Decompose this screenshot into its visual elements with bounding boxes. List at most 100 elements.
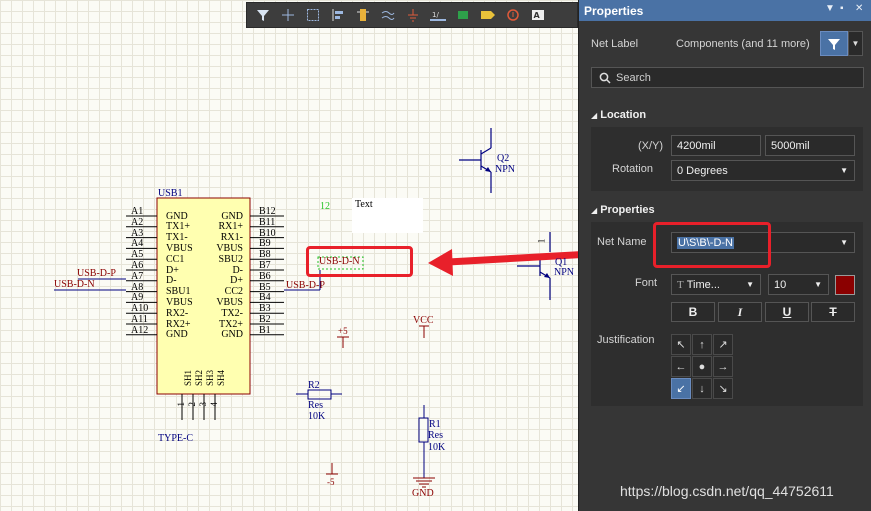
usb-left-pin-number: A6 <box>131 260 144 271</box>
usb-right-pin-number: B9 <box>259 238 271 250</box>
usb-left-pin-name: SBU1 <box>166 286 191 298</box>
filter-dropdown-icon[interactable]: ▼ <box>848 31 863 56</box>
justify-center-button[interactable]: ● <box>692 356 712 377</box>
net-label-usb-d-p-right[interactable]: USB-D-P <box>286 280 325 291</box>
panel-pin-icon[interactable]: ▪ <box>840 3 844 14</box>
r1-type: Res <box>428 430 443 441</box>
justify-top-center-button[interactable]: ↑ <box>692 334 712 355</box>
usb-pin-sh4: SH4 <box>216 370 226 387</box>
properties-panel: Properties ▼ ▪ ✕ Net Label Components (a… <box>578 0 871 511</box>
usb-left-pin-number: A11 <box>131 314 148 325</box>
justify-bottom-right-button[interactable]: ↘ <box>713 378 733 399</box>
usb-left-pin-name: GND <box>166 329 188 341</box>
collapse-triangle-icon: ◢ <box>591 206 598 215</box>
usb-left-pin-name: CC1 <box>166 253 185 265</box>
text-12[interactable]: 12 <box>320 201 330 212</box>
port-icon[interactable] <box>476 4 499 26</box>
usb-footprint[interactable]: TYPE-C <box>158 433 193 444</box>
bus-icon[interactable]: 1/ <box>426 4 449 26</box>
usb-left-pin-name: TX1+ <box>166 221 190 233</box>
chevron-down-icon: ▼ <box>840 166 848 175</box>
justify-top-left-button[interactable]: ↖ <box>671 334 691 355</box>
font-size-select[interactable]: 10 ▼ <box>768 274 829 295</box>
filter-icon[interactable] <box>251 4 274 26</box>
text-object[interactable]: Text <box>355 199 373 210</box>
search-input[interactable]: Search <box>591 67 864 88</box>
usb-left-pin-name: VBUS <box>166 242 193 254</box>
justify-bottom-center-button[interactable]: ↓ <box>692 378 712 399</box>
usb-right-pin-number: B7 <box>259 260 271 271</box>
wire-icon[interactable] <box>376 4 399 26</box>
usb-left-pin-number: A12 <box>131 324 149 336</box>
q1-pin-number: 1 <box>536 238 547 244</box>
select-rect-icon[interactable] <box>301 4 324 26</box>
power-minus5[interactable]: -5 <box>327 477 335 487</box>
usb-right-pin-name: SBU2 <box>218 253 243 265</box>
x-field[interactable]: 4200mil <box>671 135 761 156</box>
rotation-select[interactable]: 0 Degrees ▼ <box>671 160 855 181</box>
underline-button[interactable]: U <box>765 302 809 322</box>
usb-right-pin-name: D+ <box>230 275 243 287</box>
strikethrough-button[interactable]: T <box>811 302 855 322</box>
font-size-value: 10 <box>774 278 787 291</box>
filter-object-value[interactable]: Components (and 11 more) <box>676 38 810 50</box>
search-icon <box>599 72 611 84</box>
properties-section-title: Properties <box>600 204 655 216</box>
r1-designator[interactable]: R1 <box>429 419 441 430</box>
panel-title: Properties <box>584 3 644 18</box>
panel-close-icon[interactable]: ✕ <box>855 3 863 14</box>
location-section-header[interactable]: ◢ Location <box>591 109 646 121</box>
font-label: Font <box>635 277 658 289</box>
justify-bottom-left-button[interactable]: ↙ <box>671 378 691 399</box>
power-plus5[interactable]: +5 <box>338 326 348 336</box>
italic-button[interactable]: I <box>718 302 762 322</box>
justify-middle-left-button[interactable]: ← <box>671 356 691 377</box>
q2-designator[interactable]: Q2 <box>497 153 509 164</box>
usb-right-pin-name: VBUS <box>216 242 243 254</box>
usb-right-pin-name: CC2 <box>224 286 243 298</box>
usb-right-pin-number: B3 <box>259 303 271 315</box>
power-vcc[interactable]: VCC <box>413 315 434 326</box>
text-icon[interactable]: A <box>526 4 549 26</box>
q1-type: NPN <box>554 267 575 278</box>
ground-power-icon[interactable] <box>401 4 424 26</box>
bold-button[interactable]: B <box>671 302 715 322</box>
crosshair-icon[interactable] <box>276 4 299 26</box>
no-erc-icon[interactable] <box>501 4 524 26</box>
sheet-symbol-icon[interactable] <box>451 4 474 26</box>
svg-text:A: A <box>533 11 540 20</box>
r2-value: 10K <box>308 411 326 422</box>
font-color-swatch[interactable] <box>835 275 855 295</box>
usb-left-pin-name: GND <box>166 210 188 222</box>
net-label-usb-d-n-left[interactable]: USB-D-N <box>54 279 95 290</box>
usb-left-pin-number: A3 <box>131 227 144 239</box>
properties-panel-header: Properties ▼ ▪ ✕ <box>579 0 871 21</box>
schematic-canvas[interactable]: USB1 SH1 SH2 SH3 SH4 1 2 3 4 TYPE-C USB-… <box>0 0 578 511</box>
usb-right-pin-number: B8 <box>259 249 271 261</box>
rotation-label: Rotation <box>612 163 653 175</box>
usb-designator[interactable]: USB1 <box>158 188 182 199</box>
usb-pin-sh3: SH3 <box>205 370 215 387</box>
y-field[interactable]: 5000mil <box>765 135 855 156</box>
properties-section-header[interactable]: ◢ Properties <box>591 204 655 216</box>
net-label-usb-d-p-left[interactable]: USB-D-P <box>77 268 116 279</box>
usb-left-pin-name: D+ <box>166 264 179 276</box>
r2-designator[interactable]: R2 <box>308 380 320 391</box>
component-icon[interactable] <box>351 4 374 26</box>
usb-right-pin-number: B11 <box>259 216 276 228</box>
usb-left-pin-number: A7 <box>131 270 144 282</box>
align-icon[interactable] <box>326 4 349 26</box>
usb-left-pin-number: A9 <box>131 292 144 304</box>
highlight-box-net-name <box>653 222 771 268</box>
usb-right-pin-number: B12 <box>259 206 276 217</box>
panel-menu-icon[interactable]: ▼ <box>825 3 835 14</box>
justify-top-right-button[interactable]: ↗ <box>713 334 733 355</box>
r2-type: Res <box>308 400 323 411</box>
r1-value: 10K <box>428 442 446 453</box>
power-gnd[interactable]: GND <box>412 488 434 499</box>
active-bar-toolbar: 1/ A <box>246 2 578 28</box>
justify-middle-right-button[interactable]: → <box>713 356 733 377</box>
font-family-select[interactable]: T Time... ▼ <box>671 274 761 295</box>
chevron-down-icon: ▼ <box>840 238 848 247</box>
filter-button[interactable] <box>820 31 848 56</box>
